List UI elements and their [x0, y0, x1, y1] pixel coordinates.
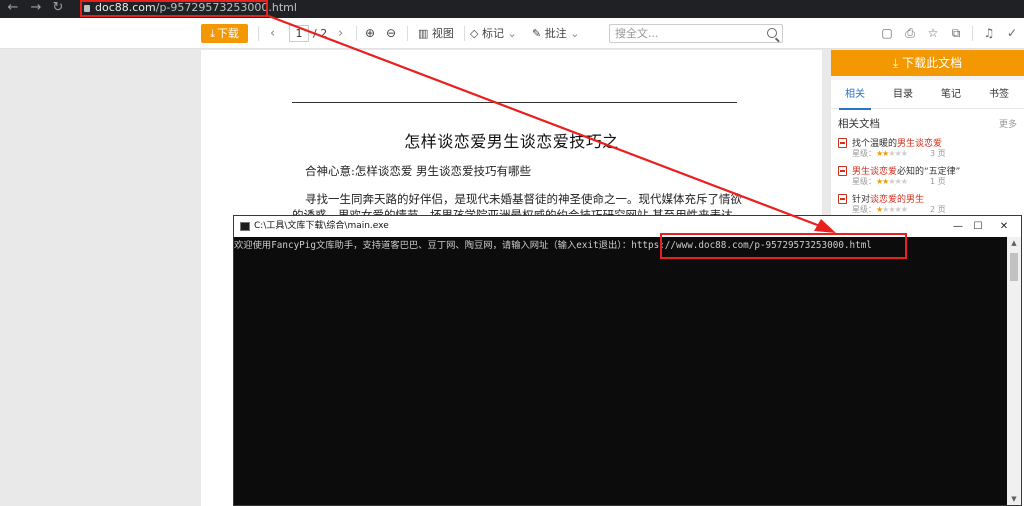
pdf-icon	[838, 166, 847, 176]
url-field[interactable]: doc88.com/p-95729573253000.html	[80, 0, 297, 18]
view-menu[interactable]: ▥ 视图	[418, 18, 454, 49]
console-prompt: 欢迎使用FancyPig文库助手，支持道客巴巴、豆丁网、陶豆网，请输入网址（输入…	[234, 240, 632, 251]
related-doc-meta: 星级：★★★★★ 2 页	[852, 205, 946, 214]
document-paragraph: 合神心意:怎样谈恋爱 男生谈恋爱技巧有哪些	[305, 164, 532, 178]
tab-related[interactable]: 相关	[831, 80, 879, 110]
related-doc-meta: 星级：★★★★★ 1 页	[852, 177, 946, 186]
mark-menu[interactable]: ◇ 标记 ⌄	[470, 18, 517, 49]
toolbar-divider	[464, 26, 465, 41]
document-title: 怎样谈恋爱男生谈恋爱技巧之	[404, 132, 619, 151]
related-heading: 相关文档	[838, 118, 880, 130]
download-icon: ⤓	[892, 56, 899, 70]
browser-address-bar: ← → ↻ doc88.com/p-95729573253000.html	[0, 0, 1024, 18]
reload-icon[interactable]: ↻	[49, 0, 67, 18]
page-count: 3 页	[930, 149, 946, 158]
related-doc-item[interactable]: 找个温暖的男生谈恋爱 星级：★★★★★ 3 页	[838, 136, 1018, 160]
toolbar-divider	[407, 26, 408, 41]
pen-icon: ✎	[532, 27, 542, 40]
zoom-out-icon[interactable]: ⊖	[386, 18, 396, 49]
rating-stars: ★★★★★	[876, 149, 908, 158]
console-window: C:\工具\文库下载\综合\main.exe — ☐ ✕ 欢迎使用FancyPi…	[233, 215, 1022, 506]
toolbar-divider	[972, 26, 973, 41]
console-scrollbar[interactable]: ▲ ▼	[1007, 237, 1021, 505]
header-rule	[292, 102, 737, 103]
more-link[interactable]: 更多	[999, 117, 1017, 130]
rating-stars: ★★★★★	[876, 205, 908, 214]
close-icon[interactable]: ✕	[986, 216, 1022, 237]
view-label: 视图	[431, 27, 454, 40]
console-title-bar[interactable]: C:\工具\文库下载\综合\main.exe — ☐ ✕	[234, 216, 1021, 237]
save-icon[interactable]: ▢	[880, 26, 894, 40]
console-app-icon	[240, 222, 250, 231]
tab-notes[interactable]: 笔记	[927, 80, 975, 109]
annotate-menu[interactable]: ✎ 批注 ⌄	[532, 18, 579, 49]
chevron-down-icon: ⌄	[507, 27, 517, 40]
related-doc-meta: 星级：★★★★★ 3 页	[852, 149, 946, 158]
sidebar-tabs: 相关 目录 笔记 书签	[831, 80, 1024, 110]
star-icon[interactable]: ☆	[926, 26, 940, 40]
back-arrow-icon[interactable]: ←	[4, 0, 22, 18]
scroll-down-icon[interactable]: ▼	[1007, 493, 1021, 505]
tab-contents[interactable]: 目录	[879, 80, 927, 109]
toolbar-divider	[356, 26, 357, 41]
reader-left-margin	[0, 50, 201, 506]
next-page-icon[interactable]: ›	[338, 18, 343, 49]
console-output[interactable]: 欢迎使用FancyPig文库助手，支持道客巴巴、豆丁网、陶豆网，请输入网址（输入…	[234, 237, 1007, 505]
download-document-button[interactable]: ⤓ 下载此文档	[831, 50, 1024, 76]
shield-check-icon[interactable]: ✓	[1005, 26, 1019, 40]
export-icon[interactable]: ⧉	[949, 26, 963, 40]
related-doc-item[interactable]: 针对谈恋爱的男生 星级：★★★★★ 2 页	[838, 192, 1018, 216]
page-number-input[interactable]: 1	[289, 25, 309, 42]
scroll-up-icon[interactable]: ▲	[1007, 237, 1021, 249]
console-line: 欢迎使用FancyPig文库助手，支持道客巴巴、豆丁网、陶豆网，请输入网址（输入…	[234, 239, 872, 253]
prev-page-icon[interactable]: ‹	[270, 18, 275, 49]
download-document-label: 下载此文档	[902, 56, 963, 70]
pdf-icon	[838, 194, 847, 204]
download-label: 下载	[216, 27, 239, 40]
tab-bookmarks[interactable]: 书签	[975, 80, 1023, 109]
zoom-in-icon[interactable]: ⊕	[365, 18, 375, 49]
search-icon[interactable]	[767, 28, 777, 38]
scroll-thumb[interactable]	[1010, 253, 1018, 281]
star-icon: ★	[900, 205, 908, 214]
rating-stars: ★★★★★	[876, 177, 908, 186]
reader-toolbar: ⤓下载 ‹ 1 / 2 › ⊕ ⊖ ▥ 视图 ◇ 标记 ⌄ ✎ 批注 ⌄ ▢ ⎙…	[0, 18, 1024, 49]
search-box	[609, 24, 783, 43]
console-input-url: https://www.doc88.com/p-95729573253000.h…	[631, 240, 872, 251]
url-host: doc88.com	[95, 1, 156, 14]
pdf-icon	[838, 138, 847, 148]
total-pages: / 2	[313, 27, 328, 40]
lock-icon	[84, 5, 90, 12]
mark-icon: ◇	[470, 27, 479, 40]
url-path: /p-95729573253000.html	[155, 1, 297, 14]
view-icon: ▥	[418, 27, 429, 40]
star-icon: ★	[900, 149, 908, 158]
download-icon: ⤓	[210, 27, 215, 40]
page-count: 2 页	[930, 205, 946, 214]
bell-icon[interactable]: ♫	[982, 26, 996, 40]
star-icon: ★	[900, 177, 908, 186]
page-count: 1 页	[930, 177, 946, 186]
download-button[interactable]: ⤓ 下载	[201, 24, 248, 43]
search-input[interactable]	[610, 25, 760, 42]
mark-label: 标记	[481, 27, 504, 40]
forward-arrow-icon[interactable]: →	[27, 0, 45, 18]
console-title: C:\工具\文库下载\综合\main.exe	[254, 221, 389, 231]
print-icon[interactable]: ⎙	[903, 26, 917, 40]
toolbar-divider	[258, 26, 259, 41]
chevron-down-icon: ⌄	[570, 27, 580, 40]
annotate-label: 批注	[544, 27, 567, 40]
related-doc-item[interactable]: 男生谈恋爱必知的“五定律” 星级：★★★★★ 1 页	[838, 164, 1018, 188]
